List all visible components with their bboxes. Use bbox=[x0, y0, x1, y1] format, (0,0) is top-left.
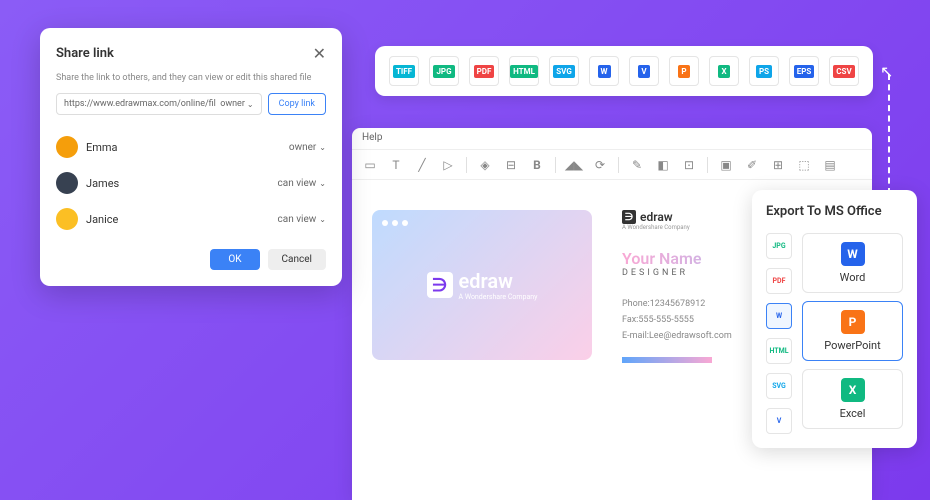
share-users: Emma owner ⌄ James can view ⌄ Janice can view… bbox=[56, 129, 326, 237]
export-panel: Export To MS Office JPG PDF W HTML SVG V WWor… bbox=[752, 190, 917, 448]
text-tool-icon[interactable]: T bbox=[388, 157, 404, 173]
share-dialog: Share link ✕ Share the link to others, a… bbox=[40, 28, 342, 286]
arrow-icon: ↖ bbox=[880, 62, 893, 81]
user-name: Emma bbox=[86, 141, 118, 154]
separator bbox=[466, 157, 467, 173]
user-role-dropdown[interactable]: can view ⌄ bbox=[278, 214, 326, 225]
share-user-emma: Emma owner ⌄ bbox=[56, 129, 326, 165]
export-option-word[interactable]: WWord bbox=[802, 233, 903, 293]
url-role-dropdown[interactable]: owner ⌄ bbox=[220, 99, 253, 109]
share-url-input[interactable]: https://www.edrawmax.com/online/fil owne… bbox=[56, 93, 262, 115]
avatar bbox=[56, 136, 78, 158]
copy-link-button[interactable]: Copy link bbox=[268, 93, 326, 115]
user-role-dropdown[interactable]: owner ⌄ bbox=[289, 142, 326, 153]
avatar bbox=[56, 172, 78, 194]
pen-icon[interactable]: ✐ bbox=[744, 157, 760, 173]
group-icon[interactable]: ⊞ bbox=[770, 157, 786, 173]
pointer-tool-icon[interactable]: ▷ bbox=[440, 157, 456, 173]
logo-icon: ∋ bbox=[427, 272, 453, 298]
export-option-powerpoint[interactable]: PPowerPoint bbox=[802, 301, 903, 361]
share-user-janice: Janice can view ⌄ bbox=[56, 201, 326, 237]
rotate-icon[interactable]: ⟳ bbox=[592, 157, 608, 173]
business-card-front[interactable]: ∋ edraw A Wondershare Company bbox=[372, 210, 592, 360]
window-dots bbox=[382, 220, 408, 226]
image-icon[interactable]: ▣ bbox=[718, 157, 734, 173]
export-format-list: JPG PDF W HTML SVG V bbox=[766, 233, 792, 434]
format-bar: TIFF JPG PDF HTML SVG WVPX PS EPS CSV bbox=[375, 46, 873, 96]
more-icon[interactable]: ▤ bbox=[822, 157, 838, 173]
layer-icon[interactable]: ◈ bbox=[477, 157, 493, 173]
align-icon[interactable]: ⊟ bbox=[503, 157, 519, 173]
brand-small-icon: ∋ bbox=[622, 210, 636, 224]
export-format-svg[interactable]: SVG bbox=[766, 373, 792, 399]
cancel-button[interactable]: Cancel bbox=[268, 249, 326, 270]
separator bbox=[555, 157, 556, 173]
export-option-excel[interactable]: XExcel bbox=[802, 369, 903, 429]
user-name: Janice bbox=[86, 213, 118, 226]
connector-line bbox=[888, 74, 890, 194]
share-user-james: James can view ⌄ bbox=[56, 165, 326, 201]
close-icon[interactable]: ✕ bbox=[313, 44, 326, 63]
user-name: James bbox=[86, 177, 119, 190]
format-html[interactable]: HTML bbox=[509, 56, 539, 86]
format-x[interactable]: X bbox=[709, 56, 739, 86]
line-tool-icon[interactable]: ╱ bbox=[414, 157, 430, 173]
format-pdf[interactable]: PDF bbox=[469, 56, 499, 86]
format-p[interactable]: P bbox=[669, 56, 699, 86]
share-title: Share link bbox=[56, 46, 114, 61]
export-format-jpg[interactable]: JPG bbox=[766, 233, 792, 259]
card-logo: ∋ edraw A Wondershare Company bbox=[427, 269, 538, 301]
user-role-dropdown[interactable]: can view ⌄ bbox=[278, 178, 326, 189]
ok-button[interactable]: OK bbox=[210, 249, 259, 270]
flip-icon[interactable]: ◢◣ bbox=[566, 157, 582, 173]
export-title: Export To MS Office bbox=[766, 204, 903, 219]
lock-icon[interactable]: ⬚ bbox=[796, 157, 812, 173]
editor-toolbar: ▭ T ╱ ▷ ◈ ⊟ B ◢◣ ⟳ ✎ ◧ ⊡ ▣ ✐ ⊞ ⬚ ▤ bbox=[352, 150, 872, 180]
format-svg[interactable]: SVG bbox=[549, 56, 579, 86]
crop-icon[interactable]: ⊡ bbox=[681, 157, 697, 173]
export-format-v[interactable]: V bbox=[766, 408, 792, 434]
export-format-html[interactable]: HTML bbox=[766, 338, 792, 364]
format-v[interactable]: V bbox=[629, 56, 659, 86]
accent-bar bbox=[622, 357, 712, 363]
fill-icon[interactable]: ◧ bbox=[655, 157, 671, 173]
format-w[interactable]: W bbox=[589, 56, 619, 86]
format-eps[interactable]: EPS bbox=[789, 56, 819, 86]
highlight-icon[interactable]: ✎ bbox=[629, 157, 645, 173]
format-csv[interactable]: CSV bbox=[829, 56, 859, 86]
shape-tool-icon[interactable]: ▭ bbox=[362, 157, 378, 173]
bold-icon[interactable]: B bbox=[529, 157, 545, 173]
share-description: Share the link to others, and they can v… bbox=[56, 73, 326, 83]
format-ps[interactable]: PS bbox=[749, 56, 779, 86]
format-tiff[interactable]: TIFF bbox=[389, 56, 419, 86]
export-options: WWord PPowerPoint XExcel bbox=[802, 233, 903, 434]
separator bbox=[618, 157, 619, 173]
avatar bbox=[56, 208, 78, 230]
export-format-w[interactable]: W bbox=[766, 303, 792, 329]
separator bbox=[707, 157, 708, 173]
export-format-pdf[interactable]: PDF bbox=[766, 268, 792, 294]
format-jpg[interactable]: JPG bbox=[429, 56, 459, 86]
menu-help[interactable]: Help bbox=[352, 128, 872, 150]
